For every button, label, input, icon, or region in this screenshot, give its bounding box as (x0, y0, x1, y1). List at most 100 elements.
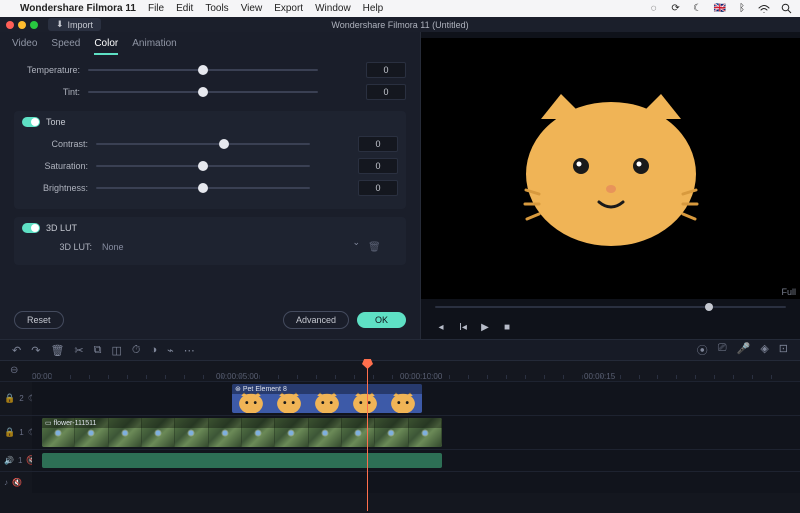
menu-file[interactable]: File (148, 3, 164, 14)
tint-slider[interactable] (88, 91, 318, 93)
tab-color[interactable]: Color (94, 38, 118, 55)
undo-icon[interactable]: ↶ (12, 344, 21, 357)
inspector-tabs: Video Speed Color Animation (0, 32, 420, 55)
advanced-button[interactable]: Advanced (283, 311, 349, 329)
redo-icon[interactable]: ↷ (31, 344, 40, 357)
track-2-label: 2 (19, 394, 23, 403)
track-audio: 🔊 1 🔇 (0, 449, 800, 471)
tone-section: Tone Contrast: 0 Saturation: 0 Brightnes… (14, 111, 406, 209)
brightness-slider[interactable] (96, 187, 310, 189)
menu-window[interactable]: Window (315, 3, 351, 14)
moon-icon[interactable]: ☾ (692, 3, 704, 15)
transport-controls: ◂ I◂ ▶ ■ (421, 315, 800, 339)
traffic-lights (6, 21, 38, 29)
mic-icon[interactable]: 🎤 (737, 342, 751, 358)
wifi-icon[interactable] (758, 3, 770, 15)
contrast-slider[interactable] (96, 143, 310, 145)
menu-tools[interactable]: Tools (205, 3, 228, 14)
record-icon[interactable]: ⦿ (697, 342, 708, 358)
tone-header: Tone (46, 117, 66, 127)
step-back-button[interactable]: I◂ (457, 321, 469, 333)
saturation-label: Saturation: (22, 161, 88, 171)
copy-icon[interactable]: ⧉ (94, 344, 102, 357)
mute-icon[interactable]: 🔇 (12, 478, 22, 487)
clip-audio[interactable] (42, 453, 442, 468)
saturation-value[interactable]: 0 (358, 158, 398, 174)
import-button[interactable]: ⬇ Import (48, 18, 101, 31)
clip-flower-video[interactable]: ▭flower-111511 (42, 418, 442, 447)
temperature-value[interactable]: 0 (366, 62, 406, 78)
marker-icon[interactable]: ◈ (760, 342, 768, 358)
clip-pet-element[interactable]: ⊛Pet Element 8 (232, 384, 422, 413)
tab-speed[interactable]: Speed (51, 38, 80, 55)
lock-icon[interactable]: 🔒 (4, 427, 15, 438)
mac-menubar: Wondershare Filmora 11 File Edit Tools V… (0, 0, 800, 17)
close-window-button[interactable] (6, 21, 14, 29)
menu-export[interactable]: Export (274, 3, 303, 14)
lock-icon[interactable]: 🔒 (4, 393, 15, 404)
app-name[interactable]: Wondershare Filmora 11 (20, 3, 136, 14)
lut-value: None (102, 242, 124, 252)
trash-icon[interactable]: 🗑 (368, 242, 381, 253)
clip-video-name: flower-111511 (54, 420, 97, 427)
preview-scrubber[interactable] (421, 299, 800, 315)
preview-panel: Full ◂ I◂ ▶ ■ (420, 32, 800, 339)
menu-help[interactable]: Help (363, 3, 384, 14)
cut-icon[interactable]: ✂ (74, 344, 83, 357)
reset-button[interactable]: Reset (14, 311, 64, 329)
menu-edit[interactable]: Edit (176, 3, 193, 14)
download-icon: ⬇ (56, 19, 64, 30)
speed-icon[interactable]: ⏱ (132, 344, 141, 357)
tint-value[interactable]: 0 (366, 84, 406, 100)
app-titlebar: ⬇ Import Wondershare Filmora 11 (Untitle… (0, 17, 800, 32)
tab-video[interactable]: Video (12, 38, 37, 55)
contrast-value[interactable]: 0 (358, 136, 398, 152)
delete-icon[interactable]: 🗑 (50, 344, 64, 357)
maximize-window-button[interactable] (30, 21, 38, 29)
tone-toggle[interactable] (22, 117, 40, 127)
panel-footer: Reset Advanced OK (0, 305, 420, 339)
sync-icon[interactable]: ⟳ (670, 3, 682, 15)
brightness-value[interactable]: 0 (358, 180, 398, 196)
prev-frame-button[interactable]: ◂ (435, 321, 447, 333)
bluetooth-icon[interactable]: ᛒ (736, 3, 748, 15)
stop-button[interactable]: ■ (501, 321, 513, 333)
minimize-window-button[interactable] (18, 21, 26, 29)
brightness-label: Brightness: (22, 183, 88, 193)
search-icon[interactable] (780, 3, 792, 15)
crop-icon[interactable]: ◫ (111, 344, 121, 357)
lut-toggle[interactable] (22, 223, 40, 233)
music-icon[interactable]: ♪ (4, 478, 8, 487)
ok-button[interactable]: OK (357, 312, 406, 328)
mixer-icon[interactable]: ⎚ (718, 342, 727, 358)
tag-icon[interactable]: ⌁ (167, 344, 174, 357)
temperature-label: Temperature: (14, 65, 80, 75)
zoom-fit-icon[interactable]: ⊡ (779, 342, 788, 358)
track-1: 🔒 1 👁 ▭flower-111511 (0, 415, 800, 449)
menu-view[interactable]: View (241, 3, 263, 14)
temperature-slider[interactable] (88, 69, 318, 71)
preview-viewport: Full (421, 38, 800, 299)
timeline-toolbar: ↶ ↷ 🗑 ✂ ⧉ ◫ ⏱ ◑ ⌁ ⋯ ⦿ ⎚ 🎤 ◈ ⊡ (0, 339, 800, 361)
inspector-panel: Video Speed Color Animation Temperature:… (0, 32, 420, 339)
full-label: Full (781, 287, 796, 297)
preview-content (511, 84, 711, 254)
fx-icon: ⊛ (235, 385, 241, 393)
contrast-label: Contrast: (22, 139, 88, 149)
more-icon[interactable]: ⋯ (184, 344, 195, 357)
cloud-icon[interactable]: ◌ (648, 3, 660, 15)
speaker-icon[interactable]: 🔊 (4, 456, 14, 465)
lut-header: 3D LUT (46, 223, 77, 233)
play-button[interactable]: ▶ (479, 321, 491, 333)
zoom-out-icon[interactable]: ⊖ (10, 365, 18, 376)
lut-select[interactable]: None (100, 239, 360, 255)
lut-section: 3D LUT 3D LUT: None 🗑 (14, 217, 406, 265)
playhead[interactable] (367, 361, 368, 511)
saturation-slider[interactable] (96, 165, 310, 167)
flag-icon[interactable]: 🇬🇧 (714, 3, 726, 14)
tab-animation[interactable]: Animation (132, 38, 176, 55)
color-icon[interactable]: ◑ (150, 344, 157, 356)
timeline-ruler[interactable]: ⊖ 00:00 00:00:05:00 00:00:10:00 00:00:15 (0, 361, 800, 381)
import-label: Import (68, 20, 94, 30)
track-2: 🔒 2 👁 ⊛Pet Element 8 (0, 381, 800, 415)
